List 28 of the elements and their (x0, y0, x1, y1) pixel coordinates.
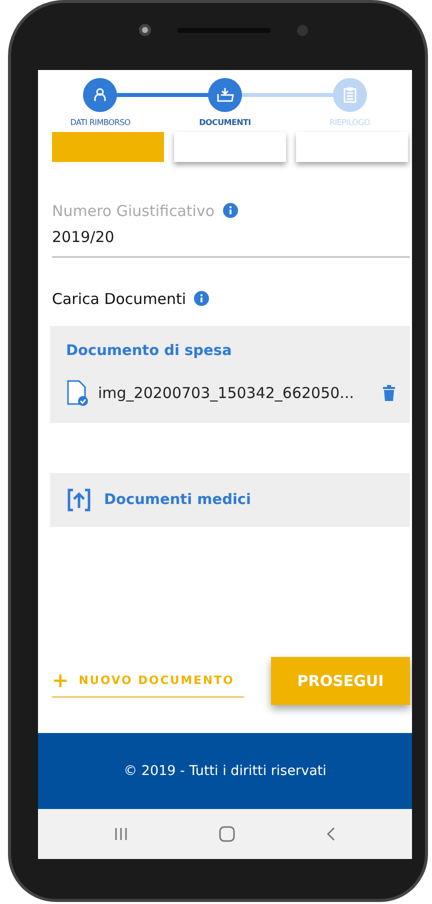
document-title: Documento di spesa (66, 342, 232, 359)
step-label: RIEPILOGO (329, 118, 370, 127)
file-check-icon (66, 378, 90, 407)
step-label: DOCUMENTI (199, 118, 251, 127)
step-label: DATI RIMBORSO (70, 118, 130, 127)
person-icon (92, 86, 108, 103)
clipboard-icon (342, 86, 357, 103)
document-panel[interactable]: Documenti medici (50, 472, 410, 527)
recents-icon[interactable] (112, 826, 129, 842)
copyright-text: © 2019 - Tutti i diritti riservati (124, 763, 326, 779)
document-title: Documenti medici (104, 492, 251, 508)
sensor-icon (297, 24, 308, 36)
file-name: img_20200703_150342_662050... (98, 384, 355, 402)
back-icon[interactable] (325, 826, 338, 842)
next-button[interactable]: PROSEGUI (271, 657, 410, 705)
upload-icon (66, 486, 92, 513)
numero-field[interactable]: 2019/20 (52, 220, 410, 258)
step-circle[interactable] (83, 78, 118, 112)
trash-icon[interactable] (382, 384, 396, 402)
step-circle[interactable] (208, 78, 242, 112)
info-icon[interactable] (194, 291, 210, 306)
folder-download-icon (216, 86, 234, 103)
info-icon[interactable] (222, 203, 238, 218)
section-title: Carica Documenti (52, 290, 186, 308)
field-label: Numero Giustificativo (52, 202, 215, 220)
new-document-link[interactable]: + NUOVO DOCUMENTO (52, 664, 244, 698)
home-icon[interactable] (218, 825, 236, 843)
camera-icon (139, 24, 151, 36)
